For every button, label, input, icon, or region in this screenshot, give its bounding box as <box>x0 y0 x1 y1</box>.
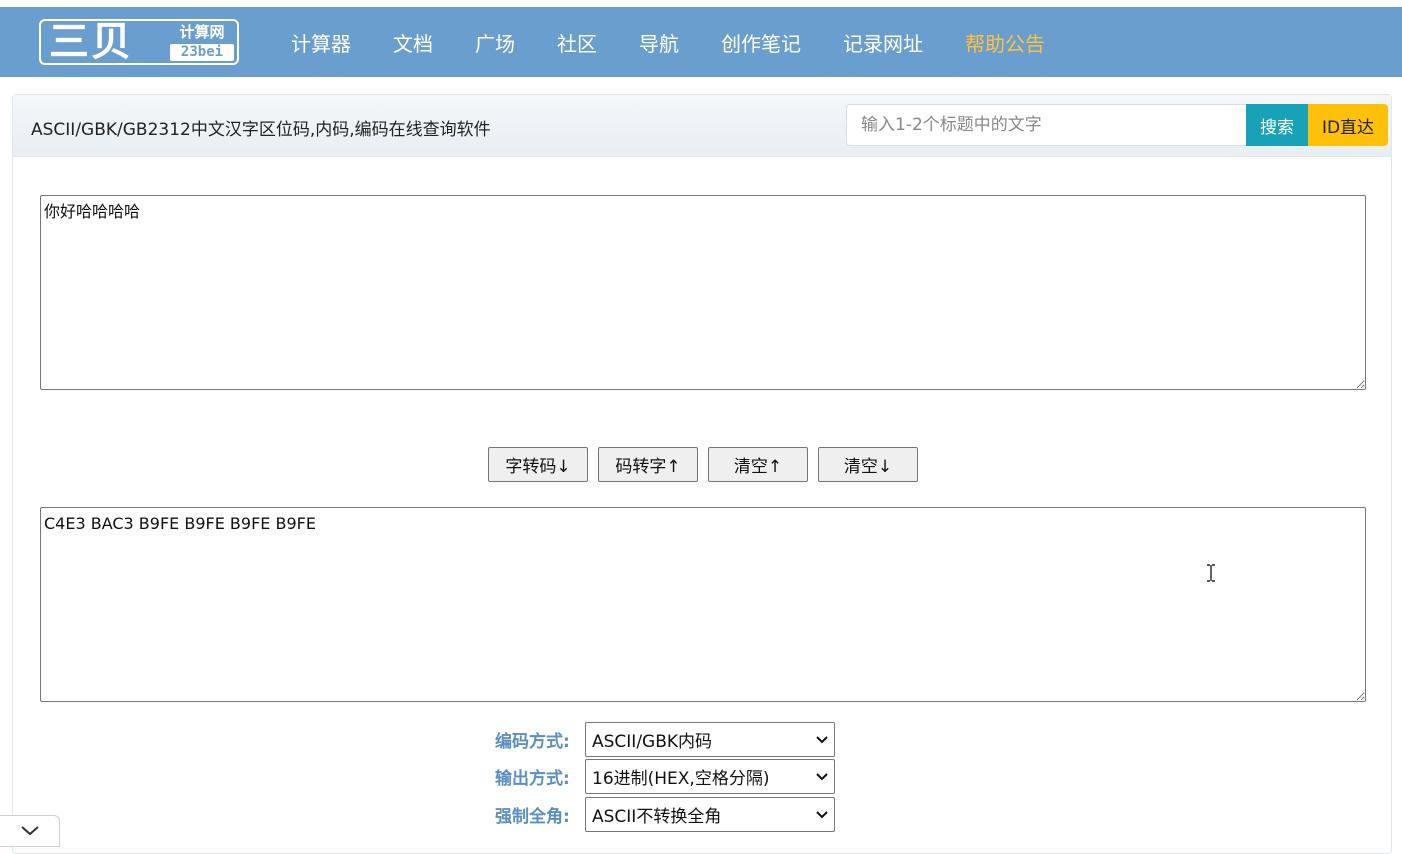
nav-square[interactable]: 广场 <box>475 28 515 57</box>
fullwidth-label: 强制全角: <box>495 807 570 827</box>
page-title: ASCII/GBK/GB2312中文汉字区位码,内码,编码在线查询软件 <box>31 120 491 140</box>
encoding-select[interactable]: ASCII/GBK内码 <box>585 722 835 757</box>
clear-up-button[interactable]: 清空↑ <box>708 447 808 482</box>
fullwidth-select[interactable]: ASCII不转换全角 <box>585 797 835 832</box>
top-strip <box>0 0 1402 7</box>
logo-en-text: 23bei <box>170 44 234 61</box>
output-mode-select-value: 16进制(HEX,空格分隔) <box>592 769 770 789</box>
chevron-down-icon <box>816 810 828 818</box>
nav-navigation[interactable]: 导航 <box>639 28 679 57</box>
nav-calculator[interactable]: 计算器 <box>291 28 351 57</box>
output-mode-label: 输出方式: <box>495 769 570 789</box>
nav-creation-notes[interactable]: 创作笔记 <box>721 28 801 57</box>
text-cursor-icon <box>1207 564 1215 582</box>
chevron-down-icon <box>816 735 828 743</box>
search-button[interactable]: 搜索 <box>1246 104 1308 146</box>
code-to-char-button[interactable]: 码转字↑ <box>598 447 698 482</box>
top-navbar: 三贝 计算网 23bei 计算器 文档 广场 社区 导航 创作笔记 记录网址 帮… <box>0 7 1402 77</box>
search-input[interactable] <box>846 104 1247 146</box>
input-textarea[interactable]: 你好哈哈哈哈 <box>40 195 1366 390</box>
encoding-select-value: ASCII/GBK内码 <box>592 732 713 752</box>
fullwidth-option-row: 强制全角: ASCII不转换全角 <box>495 797 835 832</box>
chevron-down-icon <box>816 772 828 780</box>
logo-cn-text: 计算网 <box>179 23 225 41</box>
nav-help-announcements[interactable]: 帮助公告 <box>965 28 1045 57</box>
nav-community[interactable]: 社区 <box>557 28 597 57</box>
chevron-down-icon <box>20 826 39 836</box>
id-direct-button[interactable]: ID直达 <box>1308 104 1388 146</box>
site-logo[interactable]: 三贝 计算网 23bei <box>39 19 239 65</box>
output-option-row: 输出方式: 16进制(HEX,空格分隔) <box>495 759 835 794</box>
action-button-row: 字转码↓ 码转字↑ 清空↑ 清空↓ <box>488 447 928 482</box>
output-textarea[interactable]: C4E3 BAC3 B9FE B9FE B9FE B9FE <box>40 507 1366 702</box>
output-mode-select[interactable]: 16进制(HEX,空格分隔) <box>585 759 835 794</box>
logo-main-text: 三贝 <box>49 19 133 65</box>
nav-documents[interactable]: 文档 <box>393 28 433 57</box>
nav-record-urls[interactable]: 记录网址 <box>843 28 923 57</box>
logo-side: 计算网 23bei <box>169 23 235 61</box>
collapse-tab[interactable] <box>0 815 60 847</box>
encoding-option-row: 编码方式: ASCII/GBK内码 <box>495 722 835 757</box>
fullwidth-select-value: ASCII不转换全角 <box>592 807 722 827</box>
char-to-code-button[interactable]: 字转码↓ <box>488 447 588 482</box>
encoding-label: 编码方式: <box>495 732 570 752</box>
clear-down-button[interactable]: 清空↓ <box>818 447 918 482</box>
card-header: ASCII/GBK/GB2312中文汉字区位码,内码,编码在线查询软件 搜索 I… <box>13 95 1391 157</box>
nav-links: 计算器 文档 广场 社区 导航 创作笔记 记录网址 帮助公告 <box>270 7 1066 77</box>
